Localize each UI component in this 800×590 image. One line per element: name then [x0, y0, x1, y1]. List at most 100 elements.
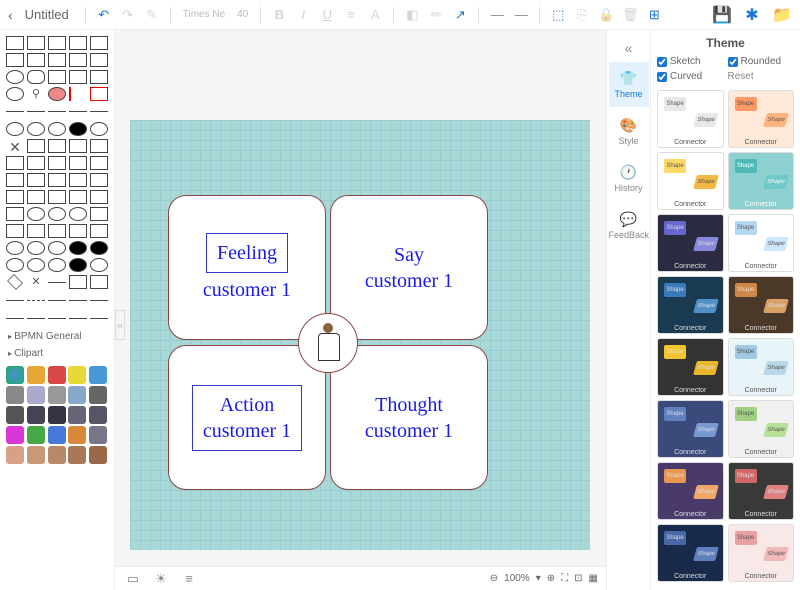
shape-rect[interactable] [27, 53, 45, 67]
shape-line[interactable] [27, 111, 45, 112]
clipart-item[interactable] [48, 446, 66, 464]
clipart-item[interactable] [68, 426, 86, 444]
zoom-level[interactable]: 100% [504, 573, 530, 584]
fullscreen-button[interactable]: ⊡ [574, 573, 582, 584]
shape-x[interactable]: ✕ [6, 139, 24, 153]
clipart-item[interactable] [48, 386, 66, 404]
shape-ellipse[interactable] [6, 87, 24, 101]
shape-circle[interactable] [27, 241, 45, 255]
theme-swatch[interactable]: Shape Shape Connector [728, 276, 795, 334]
connector-button[interactable]: ↗ [450, 5, 470, 25]
shape-container[interactable] [90, 156, 108, 170]
shape-container[interactable] [6, 156, 24, 170]
shape-container[interactable] [6, 190, 24, 204]
back-button[interactable]: ‹ [8, 7, 13, 23]
rounded-checkbox[interactable]: Rounded [728, 56, 795, 67]
shape-bracket[interactable] [69, 139, 87, 153]
shape-container[interactable] [90, 224, 108, 238]
clipart-item[interactable] [89, 366, 107, 384]
shape-line[interactable] [48, 282, 66, 283]
clipart-item[interactable] [6, 446, 24, 464]
shape-rect[interactable] [6, 53, 24, 67]
share-button[interactable]: ✱ [742, 5, 762, 25]
clipart-item[interactable] [89, 386, 107, 404]
theme-swatch[interactable]: Shape Shape Connector [728, 462, 795, 520]
clipart-item[interactable] [48, 366, 66, 384]
grid-toggle-button[interactable]: ▦ [589, 573, 598, 584]
shape-line[interactable] [6, 111, 24, 112]
shape-rect[interactable] [6, 36, 24, 50]
shape-circle[interactable] [69, 122, 87, 136]
shape-arrow[interactable] [48, 300, 66, 301]
shape-arrow[interactable] [6, 300, 24, 301]
shape-line[interactable] [69, 87, 87, 101]
shape-container[interactable] [27, 190, 45, 204]
shape-rect[interactable] [48, 70, 66, 84]
shape-container[interactable] [90, 207, 108, 221]
shape-ellipse[interactable] [6, 70, 24, 84]
quadrant-action[interactable]: Action customer 1 [168, 345, 326, 490]
theme-swatch[interactable]: Shape Shape Connector [657, 214, 724, 272]
shape-container[interactable] [6, 173, 24, 187]
shape-arrow[interactable] [27, 300, 45, 301]
clipart-item[interactable] [6, 406, 24, 424]
shape-container[interactable] [69, 173, 87, 187]
fit-button[interactable]: ⛶ [561, 573, 568, 584]
font-size-select[interactable]: 40 [233, 9, 252, 20]
shape-arrow[interactable] [90, 300, 108, 301]
shape-arrow[interactable] [69, 318, 87, 319]
canvas-area[interactable]: ‹‹ Feeling customer 1 Say customer 1 Act… [115, 30, 606, 590]
clipart-item[interactable] [27, 386, 45, 404]
underline-button[interactable]: U [317, 5, 337, 25]
shape-arrow[interactable] [27, 318, 45, 319]
theme-swatch[interactable]: Shape Shape Connector [728, 338, 795, 396]
theme-swatch[interactable]: Shape Shape Connector [728, 400, 795, 458]
line-style-button[interactable]: — [487, 5, 507, 25]
zoom-out-button[interactable]: ⊖ [490, 573, 498, 584]
shape-rect[interactable] [90, 87, 108, 101]
shape-bracket[interactable] [90, 139, 108, 153]
align-button[interactable]: ≡ [341, 5, 361, 25]
theme-swatch[interactable]: Shape Shape Connector [657, 524, 724, 582]
shape-container[interactable] [27, 224, 45, 238]
lock-button[interactable]: 🔒 [596, 5, 616, 25]
shape-container[interactable] [69, 224, 87, 238]
shape-rect[interactable] [48, 36, 66, 50]
page-button[interactable]: ▭ [123, 569, 143, 589]
theme-swatch[interactable]: Shape Shape Connector [657, 152, 724, 210]
tab-style[interactable]: 🎨Style [609, 109, 649, 154]
shape-ellipse[interactable] [69, 207, 87, 221]
document-title[interactable]: Untitled [25, 7, 69, 22]
collapse-shapes-button[interactable]: ‹‹ [115, 310, 125, 340]
bold-button[interactable]: B [269, 5, 289, 25]
shape-bracket[interactable] [69, 275, 87, 289]
font-family-select[interactable]: Times Ne [179, 9, 229, 20]
zoom-in-button[interactable]: ⊕ [547, 573, 555, 584]
save-button[interactable]: 💾 [712, 5, 732, 25]
quadrant-thought[interactable]: Thought customer 1 [330, 345, 488, 490]
shape-bracket[interactable] [27, 139, 45, 153]
shape-container[interactable] [90, 173, 108, 187]
folder-button[interactable]: 📁 [772, 5, 792, 25]
redo-button[interactable]: ↷ [118, 5, 138, 25]
shape-circle[interactable] [90, 241, 108, 255]
reset-link[interactable]: Reset [728, 71, 795, 82]
shape-x[interactable]: ✕ [27, 275, 45, 289]
shape-arrow[interactable] [90, 318, 108, 319]
shape-container[interactable] [6, 224, 24, 238]
shape-container[interactable] [48, 224, 66, 238]
pencil-button[interactable]: ✏ [426, 5, 446, 25]
arrange-button[interactable]: ⬚ [548, 5, 568, 25]
collapse-panel-button[interactable]: « [621, 36, 637, 60]
shape-arrow[interactable] [48, 318, 66, 319]
shape-container[interactable] [69, 190, 87, 204]
category-clipart[interactable]: Clipart [4, 345, 110, 362]
clipart-item[interactable] [48, 426, 66, 444]
theme-swatch[interactable]: Shape Shape Connector [728, 214, 795, 272]
clipart-item[interactable] [68, 366, 86, 384]
outline-button[interactable]: ≡ [179, 569, 199, 589]
shape-container[interactable] [27, 156, 45, 170]
theme-swatch[interactable]: Shape Shape Connector [657, 462, 724, 520]
shape-circle[interactable] [27, 258, 45, 272]
shape-circle[interactable] [48, 241, 66, 255]
